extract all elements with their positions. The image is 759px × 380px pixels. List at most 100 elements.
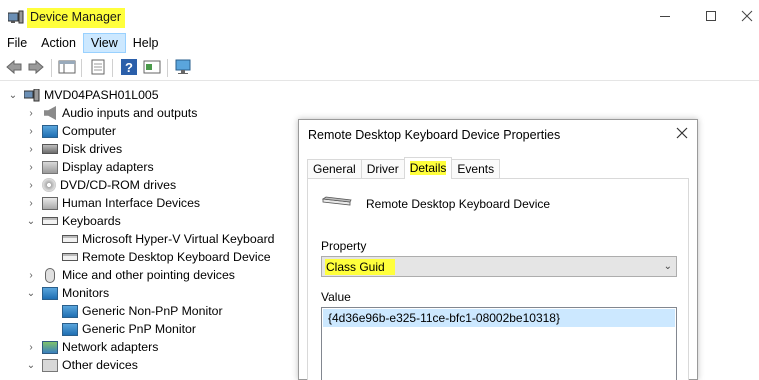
details-panel: Remote Desktop Keyboard Device Property … [307, 178, 689, 380]
tree-item-label: Audio inputs and outputs [62, 106, 198, 120]
chevron-right-icon[interactable]: › [25, 125, 37, 137]
value-row[interactable]: {4d36e96b-e325-11ce-bfc1-08002be10318} [323, 309, 675, 327]
monitor-icon [62, 304, 78, 318]
chevron-right-icon[interactable]: › [25, 107, 37, 119]
toolbar: ? [0, 55, 759, 81]
keyboard-icon [322, 196, 352, 206]
chevron-down-icon[interactable]: ⌄ [25, 287, 37, 299]
minimize-button[interactable] [642, 0, 688, 32]
hid-icon [42, 196, 58, 210]
chevron-right-icon[interactable]: › [25, 179, 37, 191]
device-tree: ⌄ MVD04PASH01L005 › Audio inputs and out… [0, 86, 300, 380]
tree-item-label: Disk drives [62, 142, 123, 156]
chevron-down-icon[interactable]: ⌄ [25, 359, 37, 371]
tree-item-other-devices[interactable]: ⌄ Other devices [25, 356, 138, 374]
tab-driver[interactable]: Driver [360, 159, 405, 179]
chevron-right-icon[interactable]: › [25, 197, 37, 209]
svg-text:?: ? [125, 60, 133, 75]
window-title: Device Manager [27, 8, 126, 28]
tab-details[interactable]: Details [403, 157, 453, 179]
minimize-icon [660, 15, 670, 17]
forward-arrow-icon[interactable] [27, 59, 45, 75]
menu-bar: File Action View Help [0, 33, 759, 53]
menu-action[interactable]: Action [34, 33, 83, 53]
tree-item-display-adapters[interactable]: › Display adapters [25, 158, 153, 176]
chevron-right-icon[interactable]: › [25, 143, 37, 155]
tree-item-label: DVD/CD-ROM drives [60, 178, 177, 192]
tree-item-label: Computer [62, 124, 116, 138]
other-devices-icon [42, 358, 58, 372]
tree-item-monitors[interactable]: ⌄ Monitors [25, 284, 109, 302]
view-resources-icon[interactable] [143, 59, 161, 75]
tree-item-generic-pnp-monitor[interactable]: Generic PnP Monitor [62, 320, 196, 338]
computer-icon [24, 88, 40, 101]
property-select[interactable]: Class Guid ⌄ [321, 256, 677, 277]
toolbar-separator [51, 59, 52, 77]
tree-item-label: Generic PnP Monitor [82, 322, 196, 336]
menu-help[interactable]: Help [126, 33, 166, 53]
chevron-down-icon[interactable]: ⌄ [25, 215, 37, 227]
value-label: Value [321, 290, 351, 304]
tree-item-disk-drives[interactable]: › Disk drives [25, 140, 122, 158]
tree-item-mice[interactable]: › Mice and other pointing devices [25, 266, 235, 284]
help-icon[interactable]: ? [120, 59, 138, 75]
title-bar: Device Manager [0, 0, 759, 33]
scan-hardware-icon[interactable] [175, 59, 193, 75]
menu-file[interactable]: File [0, 33, 34, 53]
dialog-tabs: General Driver Details Events [307, 157, 501, 179]
tree-root[interactable]: ⌄ MVD04PASH01L005 [7, 86, 159, 104]
device-manager-icon [8, 10, 24, 24]
tree-item-remote-desktop-keyboard[interactable]: Remote Desktop Keyboard Device [62, 248, 271, 266]
toolbar-separator [81, 59, 82, 77]
maximize-icon [706, 11, 716, 21]
tab-label: Events [457, 162, 495, 176]
toolbar-separator [112, 59, 113, 77]
tree-item-label: Keyboards [62, 214, 121, 228]
speaker-icon [44, 106, 56, 120]
tree-root-label: MVD04PASH01L005 [44, 88, 159, 102]
property-label: Property [321, 239, 367, 253]
tree-item-label: Human Interface Devices [62, 196, 201, 210]
tree-item-generic-nonpnp-monitor[interactable]: Generic Non-PnP Monitor [62, 302, 223, 320]
tree-item-hyperv-keyboard[interactable]: Microsoft Hyper-V Virtual Keyboard [62, 230, 275, 248]
monitor-icon [42, 286, 58, 300]
tree-item-audio[interactable]: › Audio inputs and outputs [25, 104, 197, 122]
disk-icon [42, 144, 58, 154]
close-button[interactable] [734, 0, 759, 32]
monitor-icon [62, 322, 78, 336]
dialog-title: Remote Desktop Keyboard Device Propertie… [308, 128, 561, 142]
properties-icon[interactable] [89, 59, 107, 75]
chevron-down-icon: ⌄ [663, 261, 672, 272]
tab-general[interactable]: General [307, 159, 362, 179]
dialog-close-button[interactable] [674, 125, 690, 141]
tree-item-network-adapters[interactable]: › Network adapters [25, 338, 158, 356]
tree-item-label: Network adapters [62, 340, 159, 354]
tree-item-label: Generic Non-PnP Monitor [82, 304, 223, 318]
show-hide-tree-icon[interactable] [58, 59, 76, 75]
properties-dialog: Remote Desktop Keyboard Device Propertie… [298, 119, 698, 380]
tab-label: Driver [366, 162, 399, 176]
menu-view[interactable]: View [82, 33, 126, 53]
keyboard-icon [62, 235, 78, 243]
value-list[interactable]: {4d36e96b-e325-11ce-bfc1-08002be10318} [321, 307, 677, 380]
tab-events[interactable]: Events [451, 159, 501, 179]
back-arrow-icon[interactable] [5, 59, 23, 75]
chevron-right-icon[interactable]: › [25, 341, 37, 353]
tree-item-label: Other devices [62, 358, 138, 372]
toolbar-separator [167, 59, 168, 77]
tree-item-computer[interactable]: › Computer [25, 122, 116, 140]
tab-label: Details [409, 161, 447, 175]
chevron-down-icon[interactable]: ⌄ [7, 89, 19, 101]
chevron-right-icon[interactable]: › [25, 269, 37, 281]
tree-item-hid[interactable]: › Human Interface Devices [25, 194, 200, 212]
tree-item-dvd-drives[interactable]: › DVD/CD-ROM drives [25, 176, 176, 194]
tree-item-label: Microsoft Hyper-V Virtual Keyboard [82, 232, 275, 246]
close-icon [676, 127, 688, 139]
close-icon [741, 10, 752, 22]
computer-icon [42, 124, 58, 138]
property-selected-value: Class Guid [325, 259, 395, 275]
maximize-button[interactable] [688, 0, 734, 32]
chevron-right-icon[interactable]: › [25, 161, 37, 173]
tree-item-label: Remote Desktop Keyboard Device [82, 250, 271, 264]
tree-item-keyboards[interactable]: ⌄ Keyboards [25, 212, 121, 230]
